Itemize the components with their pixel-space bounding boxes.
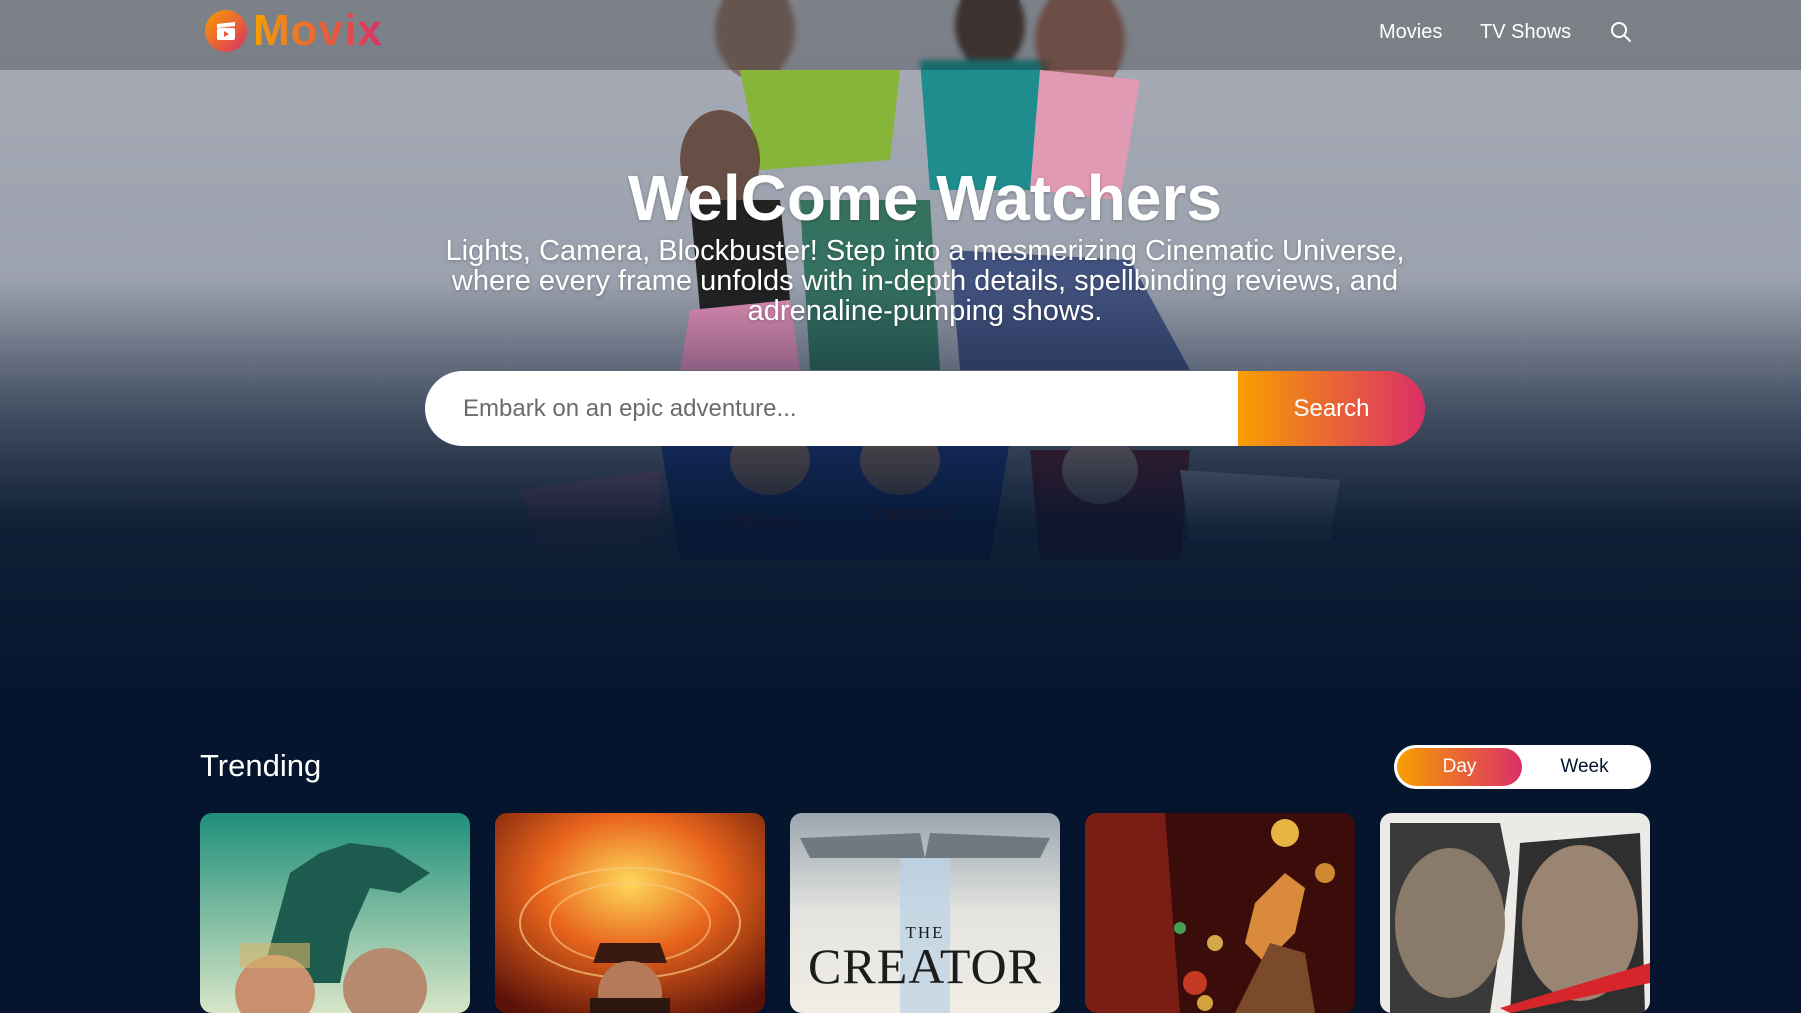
tab-week[interactable]: Week: [1522, 748, 1647, 786]
clapperboard-icon: [205, 10, 247, 52]
nav-movies[interactable]: Movies: [1379, 21, 1442, 44]
logo[interactable]: Movix: [205, 9, 383, 53]
hero-title: WelCome Watchers: [628, 162, 1222, 234]
movie-card[interactable]: [1085, 813, 1355, 1013]
movie-poster: [200, 813, 470, 1013]
hero-subtitle: Lights, Camera, Blockbuster! Step into a…: [445, 235, 1405, 327]
tab-day[interactable]: Day: [1397, 748, 1522, 786]
movie-poster: [1085, 813, 1355, 1013]
search-input[interactable]: [425, 371, 1238, 446]
hero-gradient-overlay: [0, 0, 1801, 700]
poster-title: THE CREATOR: [808, 923, 1042, 994]
hero-banner: VIKINGS VIKINGS: [0, 0, 1801, 700]
movie-poster: [1380, 813, 1650, 1013]
movie-card[interactable]: [200, 813, 470, 1013]
trending-carousel: THE CREATOR: [200, 813, 1651, 1013]
search-icon[interactable]: [1610, 21, 1632, 43]
search-button[interactable]: Search: [1238, 371, 1425, 446]
nav-tv-shows[interactable]: TV Shows: [1480, 21, 1571, 44]
hero-search-bar: Search: [425, 371, 1425, 446]
movie-card[interactable]: THE CREATOR: [790, 813, 1060, 1013]
movie-card[interactable]: [1380, 813, 1650, 1013]
trending-time-switch: Day Week: [1394, 745, 1651, 789]
logo-text: Movix: [253, 6, 383, 55]
hero-content: WelCome Watchers Lights, Camera, Blockbu…: [380, 160, 1470, 326]
trending-heading: Trending: [200, 748, 322, 783]
top-header: Movix Movies TV Shows: [0, 0, 1801, 70]
movie-card[interactable]: [495, 813, 765, 1013]
movie-poster: [495, 813, 765, 1013]
